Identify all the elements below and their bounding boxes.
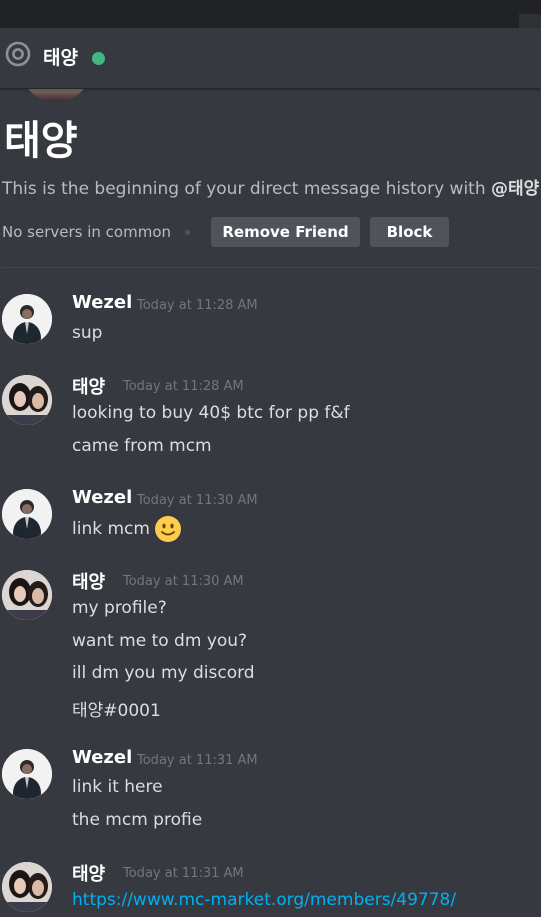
message-author[interactable]: 태양 — [72, 860, 105, 886]
message-timestamp: Today at 11:28 AM — [123, 379, 244, 394]
message-author[interactable]: 태양 — [72, 373, 105, 399]
separator-dot — [185, 230, 190, 235]
avatar[interactable] — [2, 570, 52, 620]
message-text: want me to dm you? — [72, 631, 248, 651]
channel-header: 태양 — [0, 28, 541, 89]
message-text: 태양#0001 — [72, 701, 161, 721]
message-text: looking to buy 40$ btc for pp f&f — [72, 403, 350, 423]
avatar[interactable] — [2, 294, 52, 344]
message-text: my profile? — [72, 598, 167, 618]
message-text: link mcm — [72, 515, 182, 543]
message-text: link it here — [72, 777, 163, 797]
message-timestamp: Today at 11:30 AM — [123, 574, 244, 589]
message-text: the mcm profie — [72, 810, 203, 830]
intro-mention[interactable]: @태양 — [491, 179, 539, 199]
remove-friend-button[interactable]: Remove Friend — [211, 217, 360, 247]
avatar[interactable] — [2, 862, 52, 912]
message-timestamp: Today at 11:31 AM — [137, 753, 258, 768]
message-timestamp: Today at 11:31 AM — [123, 866, 244, 881]
avatar[interactable] — [2, 749, 52, 799]
online-status-icon — [92, 52, 105, 65]
dm-history-intro: This is the beginning of your direct mes… — [2, 174, 541, 199]
message-text-content: link mcm — [72, 519, 150, 539]
window-titlebar — [0, 0, 541, 28]
at-icon — [5, 41, 31, 67]
header-username: 태양 — [43, 47, 78, 69]
message-author[interactable]: Wezel — [72, 747, 132, 768]
avatar[interactable] — [2, 489, 52, 539]
message-text: sup — [72, 323, 103, 343]
message-timestamp: Today at 11:28 AM — [137, 298, 258, 313]
profile-name: 태양 — [4, 118, 78, 164]
titlebar-edge — [519, 14, 541, 28]
message-author[interactable]: 태양 — [72, 568, 105, 594]
divider — [2, 267, 541, 268]
avatar[interactable] — [2, 375, 52, 425]
message-author[interactable]: Wezel — [72, 292, 132, 313]
message-author[interactable]: Wezel — [72, 487, 132, 508]
block-button[interactable]: Block — [370, 217, 449, 247]
intro-text-prefix: This is the beginning of your direct mes… — [2, 179, 492, 199]
message-text: ill dm you my discord — [72, 663, 255, 683]
mutual-servers-text: No servers in common — [2, 223, 172, 241]
slightly-smiling-face-icon — [154, 516, 181, 542]
message-link[interactable]: https://www.mc-market.org/members/49778/ — [72, 890, 456, 910]
message-text: came from mcm — [72, 436, 212, 456]
message-timestamp: Today at 11:30 AM — [137, 493, 258, 508]
